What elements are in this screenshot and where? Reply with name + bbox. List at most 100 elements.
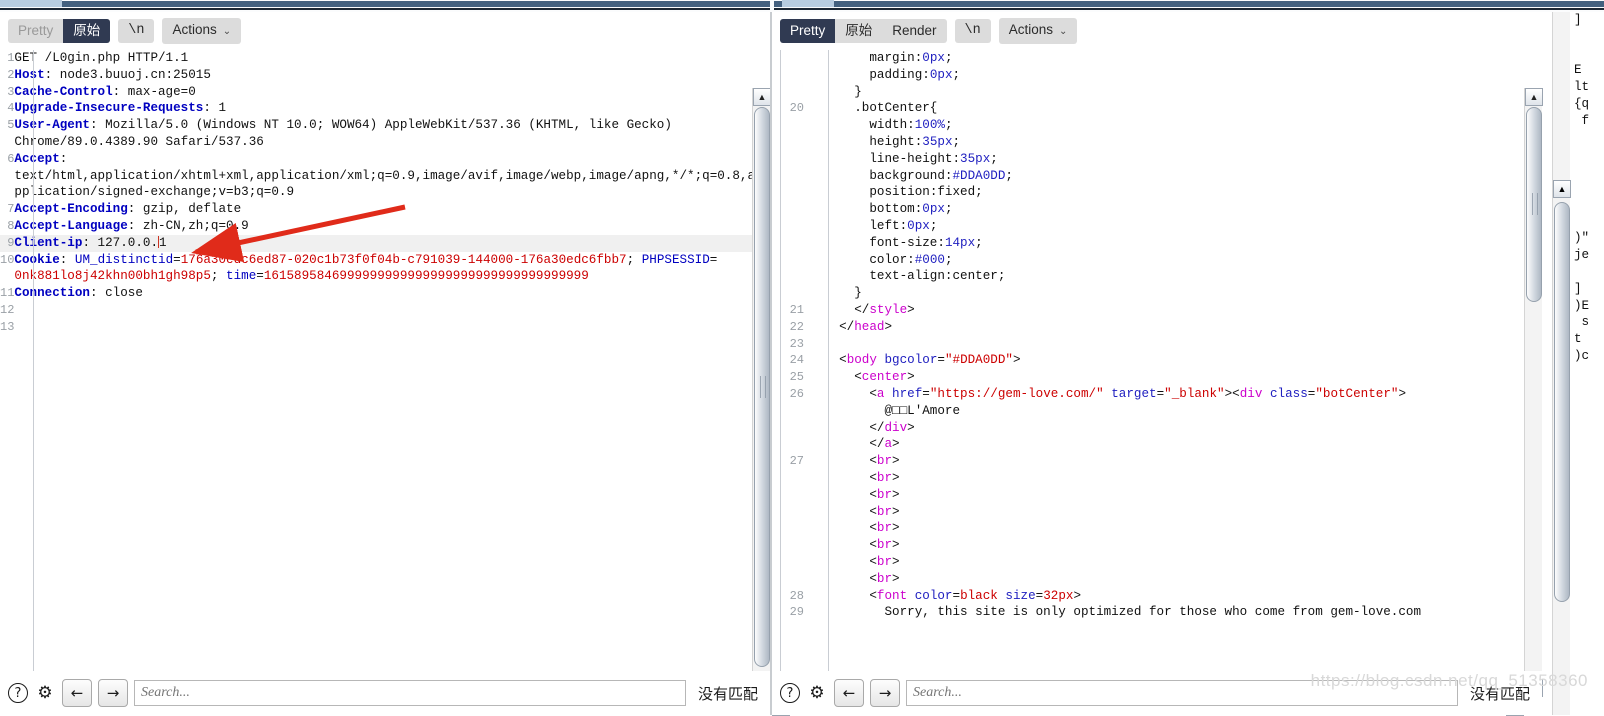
- request-vertical-scrollbar[interactable]: ▲ ▼: [752, 88, 771, 715]
- line-source: <br>: [812, 520, 1524, 537]
- gear-icon[interactable]: ⚙: [806, 682, 828, 704]
- background-scroll-up-arrow[interactable]: ▲: [1553, 180, 1571, 198]
- search-prev-button[interactable]: ←: [62, 679, 92, 707]
- response-view-mode-group[interactable]: Pretty 原始 Render: [780, 19, 947, 43]
- titlebar-underline-right: [774, 8, 1604, 10]
- code-token: br: [876, 571, 893, 586]
- code-token: =: [173, 252, 181, 267]
- line-number: [772, 268, 812, 285]
- line-source: }: [812, 285, 1524, 302]
- response-actions-button[interactable]: Actions ⌄: [999, 18, 1078, 44]
- request-newline-group[interactable]: \n: [118, 19, 155, 43]
- request-view-mode-group[interactable]: Pretty 原始: [8, 19, 111, 43]
- code-token: :: [907, 118, 915, 133]
- line-number: [772, 84, 812, 101]
- background-window-sliver[interactable]: ▲ ] E lt {q f )" je ] )E s t )c: [1546, 12, 1604, 715]
- code-token: : zh-CN,zh;q=0.9: [127, 218, 249, 233]
- line-source: margin:0px;: [812, 50, 1524, 67]
- code-line: 5 User-Agent: Mozilla/5.0 (Windows NT 10.…: [0, 117, 752, 134]
- response-newline-button[interactable]: \n: [955, 19, 991, 43]
- line-source: background:#DDA0DD;: [812, 168, 1524, 185]
- help-icon[interactable]: ?: [8, 683, 28, 703]
- code-line: <br>: [772, 537, 1524, 554]
- code-line: 8 Accept-Language: zh-CN,zh;q=0.9: [0, 218, 752, 235]
- response-actions-group[interactable]: Actions ⌄: [998, 18, 1078, 44]
- tab-highlight-left[interactable]: [0, 0, 62, 7]
- gear-icon[interactable]: ⚙: [34, 682, 56, 704]
- code-token: : node3.buuoj.cn:25015: [44, 67, 211, 82]
- line-source: </style>: [812, 302, 1524, 319]
- code-token: left: [824, 218, 900, 233]
- line-source: font-size:14px;: [812, 235, 1524, 252]
- background-scroll-thumb[interactable]: [1554, 202, 1570, 602]
- code-line: bottom:0px;: [772, 201, 1524, 218]
- response-scroll-up-arrow[interactable]: ▲: [1525, 88, 1543, 106]
- request-search-input[interactable]: [134, 680, 686, 706]
- code-token: >: [892, 504, 900, 519]
- code-token: : 127.0.0.: [82, 235, 159, 250]
- response-render-tab[interactable]: Render: [882, 19, 946, 43]
- code-line: <br>: [772, 487, 1524, 504]
- code-token: 0px: [922, 51, 945, 65]
- window-titlebar: [0, 0, 1604, 12]
- tab-highlight-right[interactable]: [782, 0, 834, 7]
- request-pretty-tab[interactable]: Pretty: [8, 19, 63, 43]
- request-actions-button[interactable]: Actions ⌄: [162, 18, 241, 44]
- line-source: <a href="https://gem-love.com/" target="…: [812, 386, 1524, 403]
- search-prev-button[interactable]: ←: [834, 679, 864, 707]
- response-code-viewport[interactable]: margin:0px; padding:0px; } 20 .botCenter{…: [772, 50, 1524, 697]
- code-token: time: [226, 269, 257, 284]
- code-line: 12: [0, 302, 752, 319]
- code-token: br: [876, 504, 893, 519]
- code-token: Sorry, this site is only optimized for t…: [824, 605, 1422, 620]
- line-number: [772, 134, 812, 151]
- background-scrollbar[interactable]: ▲: [1552, 12, 1571, 715]
- code-token: <: [824, 588, 877, 603]
- titlebar-right: [774, 1, 1604, 7]
- code-token: style: [869, 302, 908, 317]
- response-left-edge: [780, 50, 781, 697]
- line-number: [772, 151, 812, 168]
- line-number: [772, 571, 812, 588]
- line-number: 29: [789, 605, 804, 620]
- response-scroll-grip: [1532, 193, 1538, 215]
- code-token: 35px: [960, 151, 991, 166]
- code-token: color: [824, 252, 908, 267]
- request-raw-tab[interactable]: 原始: [63, 19, 111, 43]
- code-token: GET /L0gin.php HTTP/1.1: [14, 51, 189, 65]
- code-line: 4 Upgrade-Insecure-Requests: 1: [0, 100, 752, 117]
- code-line: line-height:35px;: [772, 151, 1524, 168]
- line-number: [772, 554, 812, 571]
- line-number: 7: [7, 202, 15, 217]
- request-match-status: 没有匹配: [697, 684, 758, 703]
- request-code-viewport[interactable]: 1 GET /L0gin.php HTTP/1.1 2 Host: node3.buu…: [0, 50, 752, 715]
- code-token: >: [892, 521, 900, 536]
- code-token: #DDA0DD: [952, 168, 1006, 183]
- response-scroll-thumb[interactable]: [1526, 107, 1542, 302]
- response-raw-tab[interactable]: 原始: [835, 19, 882, 43]
- request-actions-group[interactable]: Actions ⌄: [162, 18, 242, 44]
- code-token: 14px: [944, 235, 976, 250]
- response-pretty-tab[interactable]: Pretty: [780, 19, 836, 43]
- code-token: >: [892, 454, 900, 469]
- line-source: text/html,application/xhtml+xml,applicat…: [14, 168, 752, 185]
- request-scroll-thumb[interactable]: [754, 107, 770, 667]
- response-vertical-scrollbar[interactable]: ▲ ▼: [1524, 88, 1543, 697]
- line-number: 20: [789, 101, 804, 116]
- search-next-button[interactable]: →: [98, 679, 128, 707]
- code-token: : close: [89, 286, 143, 301]
- code-token: margin: [869, 51, 915, 65]
- code-token: <: [824, 571, 877, 586]
- search-next-button[interactable]: →: [870, 679, 900, 707]
- line-number: 12: [0, 302, 15, 317]
- line-number: [772, 520, 812, 537]
- request-scroll-up-arrow[interactable]: ▲: [753, 88, 771, 106]
- request-newline-button[interactable]: \n: [118, 19, 154, 43]
- code-line: 24 <body bgcolor="#DDA0DD">: [772, 352, 1524, 369]
- response-newline-group[interactable]: \n: [954, 19, 991, 43]
- code-token: Cookie: [14, 252, 60, 267]
- line-source: Cache-Control: max-age=0: [14, 84, 752, 101]
- help-icon[interactable]: ?: [780, 683, 800, 703]
- code-token: Chrome/89.0.4389.90 Safari/537.36: [14, 134, 264, 149]
- line-number: [772, 537, 812, 554]
